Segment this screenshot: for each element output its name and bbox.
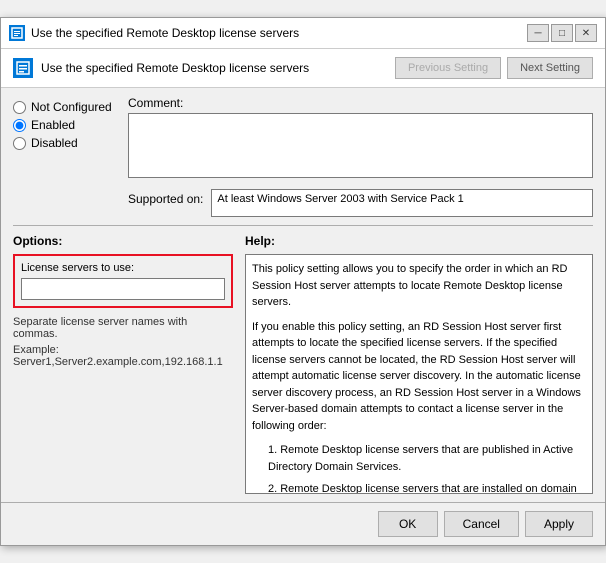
- disabled-label: Disabled: [31, 136, 78, 150]
- supported-row: Supported on: At least Windows Server 20…: [128, 189, 593, 217]
- enabled-label: Enabled: [31, 118, 75, 132]
- window-controls: ─ □ ✕: [527, 24, 597, 42]
- disabled-radio[interactable]: [13, 137, 26, 150]
- not-configured-radio[interactable]: [13, 101, 26, 114]
- footer: OK Cancel Apply: [1, 502, 605, 545]
- header-icon: [13, 58, 33, 78]
- comment-textarea[interactable]: [128, 113, 593, 178]
- main-content: Not Configured Enabled Disabled Comment:…: [1, 88, 605, 502]
- help-column: Help: This policy setting allows you to …: [245, 234, 593, 494]
- header-row: Use the specified Remote Desktop license…: [1, 49, 605, 88]
- divider: [13, 225, 593, 226]
- help-header: Help:: [245, 234, 593, 248]
- next-setting-button[interactable]: Next Setting: [507, 57, 593, 79]
- license-servers-input[interactable]: [21, 278, 225, 300]
- options-note: Separate license server names with comma…: [13, 316, 233, 340]
- not-configured-radio-item[interactable]: Not Configured: [13, 100, 128, 114]
- help-item-2: 2. Remote Desktop license servers that a…: [268, 481, 586, 494]
- header-buttons: Previous Setting Next Setting: [395, 57, 593, 79]
- not-configured-label: Not Configured: [31, 100, 112, 114]
- window-icon: [9, 25, 25, 41]
- close-button[interactable]: ✕: [575, 24, 597, 42]
- help-box[interactable]: This policy setting allows you to specif…: [245, 254, 593, 494]
- apply-button[interactable]: Apply: [525, 511, 593, 537]
- ok-button[interactable]: OK: [378, 511, 438, 537]
- help-para-2: If you enable this policy setting, an RD…: [252, 319, 586, 435]
- window-title: Use the specified Remote Desktop license…: [31, 26, 521, 40]
- title-bar: Use the specified Remote Desktop license…: [1, 18, 605, 49]
- maximize-button[interactable]: □: [551, 24, 573, 42]
- comment-section: Comment:: [128, 96, 593, 181]
- enabled-radio[interactable]: [13, 119, 26, 132]
- supported-value: At least Windows Server 2003 with Servic…: [211, 189, 593, 217]
- options-column: Options: License servers to use: Separat…: [13, 234, 233, 494]
- cancel-button[interactable]: Cancel: [444, 511, 519, 537]
- prev-setting-button[interactable]: Previous Setting: [395, 57, 501, 79]
- options-box: License servers to use:: [13, 254, 233, 308]
- options-example: Example: Server1,Server2.example.com,192…: [13, 344, 233, 368]
- options-header: Options:: [13, 234, 233, 248]
- comment-label: Comment:: [128, 96, 593, 110]
- supported-label: Supported on:: [128, 189, 203, 206]
- header-label: Use the specified Remote Desktop license…: [41, 61, 309, 75]
- main-window: Use the specified Remote Desktop license…: [0, 17, 606, 546]
- radio-group: Not Configured Enabled Disabled: [13, 96, 128, 154]
- help-para-1: This policy setting allows you to specif…: [252, 261, 586, 311]
- disabled-radio-item[interactable]: Disabled: [13, 136, 128, 150]
- help-item-1: 1. Remote Desktop license servers that a…: [268, 442, 586, 475]
- license-servers-label: License servers to use:: [21, 262, 225, 274]
- minimize-button[interactable]: ─: [527, 24, 549, 42]
- two-col-layout: Options: License servers to use: Separat…: [13, 234, 593, 494]
- enabled-radio-item[interactable]: Enabled: [13, 118, 128, 132]
- header-label-group: Use the specified Remote Desktop license…: [13, 58, 309, 78]
